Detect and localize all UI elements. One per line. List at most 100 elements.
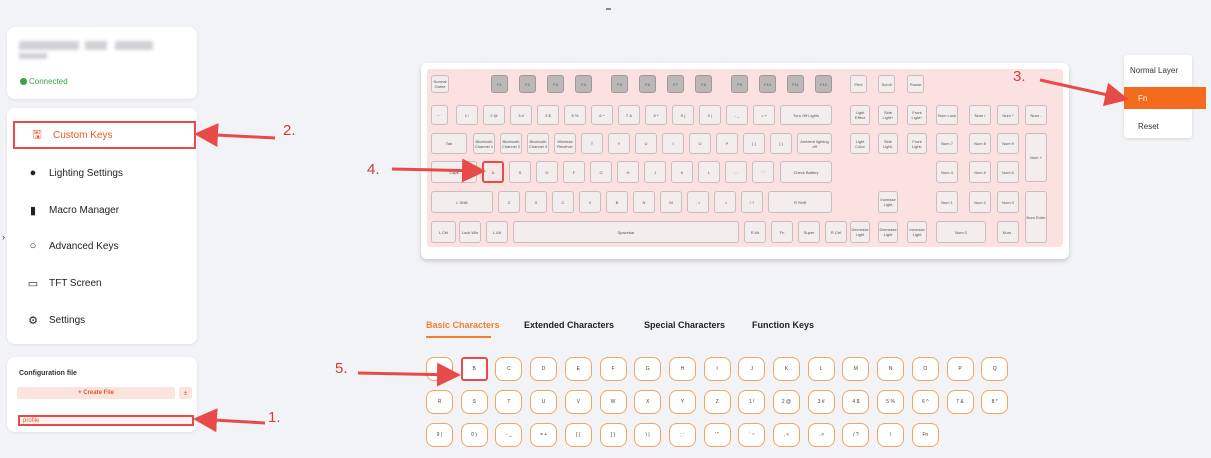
character-key[interactable]: R <box>426 390 453 414</box>
keyboard-key[interactable]: Z <box>498 191 520 213</box>
keyboard-key[interactable]: S <box>509 161 531 183</box>
keyboard-key[interactable]: Super <box>798 221 820 243</box>
keyboard-key[interactable]: Light Color <box>850 133 870 154</box>
tab-function-keys[interactable]: Function Keys <box>752 320 814 330</box>
keyboard-key[interactable]: Turn Off Lights <box>780 105 832 125</box>
character-key[interactable]: 6 ^ <box>911 390 939 414</box>
keyboard-key[interactable]: [ { <box>743 133 765 154</box>
character-key[interactable]: ` ~ <box>738 423 766 447</box>
keyboard-key[interactable]: Bluetooth Channel 3 <box>527 133 549 154</box>
character-key[interactable]: ; : <box>668 423 696 447</box>
sidebar-item-lighting-settings[interactable]: ● Lighting Settings <box>11 158 193 188</box>
keyboard-key[interactable]: F12 <box>815 75 832 93</box>
character-key[interactable]: 4 $ <box>842 390 870 414</box>
keyboard-key[interactable]: Print <box>850 75 867 93</box>
keyboard-key[interactable]: ; : <box>725 161 747 183</box>
keyboard-key[interactable]: Decrease Light <box>878 221 898 243</box>
character-key[interactable]: I <box>703 357 731 381</box>
keyboard-key[interactable]: B <box>606 191 628 213</box>
tab-basic-characters[interactable]: Basic Characters <box>426 320 500 330</box>
character-key[interactable]: 1 ! <box>738 390 766 414</box>
keyboard-key[interactable]: 3 # <box>510 105 532 125</box>
keyboard-key[interactable]: A <box>482 161 504 183</box>
character-key[interactable]: / ? <box>842 423 870 447</box>
keyboard-key[interactable]: 5 % <box>564 105 586 125</box>
keyboard-key[interactable]: Lock Win <box>459 221 481 243</box>
keyboard-key[interactable]: F3 <box>547 75 564 93</box>
keyboard-key[interactable]: K <box>671 161 693 183</box>
character-key[interactable]: Fn <box>911 423 939 447</box>
character-key[interactable]: 3 # <box>807 390 835 414</box>
sidebar-item-settings[interactable]: ⚙ Settings <box>11 305 193 335</box>
keyboard-key[interactable]: Num 6 <box>997 161 1019 183</box>
keyboard-key[interactable]: N <box>633 191 655 213</box>
keyboard-key[interactable]: F6 <box>639 75 656 93</box>
keyboard-key[interactable]: Tab <box>431 133 467 154</box>
layer-option-reset[interactable]: Reset <box>1124 115 1206 137</box>
keyboard-key[interactable]: Normal Game <box>431 75 449 93</box>
layer-option-fn[interactable]: Fn <box>1124 87 1206 109</box>
character-key[interactable]: O <box>911 357 939 381</box>
keyboard-key[interactable]: L Shift <box>431 191 493 213</box>
character-key[interactable]: Q <box>981 357 1009 381</box>
character-key[interactable]: S <box>460 390 488 414</box>
keyboard-key[interactable]: Wireless Receiver <box>554 133 576 154</box>
character-key[interactable]: 8 * <box>981 390 1009 414</box>
keyboard-key[interactable]: F11 <box>787 75 804 93</box>
import-file-button[interactable]: ± <box>179 387 192 399</box>
character-key[interactable]: Y <box>668 390 696 414</box>
character-key[interactable]: U <box>530 390 558 414</box>
keyboard-key[interactable]: P <box>716 133 738 154</box>
keyboard-key[interactable]: Num 3 <box>997 191 1019 213</box>
character-key[interactable]: \ <box>877 423 905 447</box>
keyboard-key[interactable]: Check Battery <box>780 161 832 183</box>
keyboard-key[interactable]: R Alt <box>744 221 766 243</box>
keyboard-key[interactable]: C <box>552 191 574 213</box>
keyboard-key[interactable]: J <box>644 161 666 183</box>
keyboard-key[interactable]: Side Light+ <box>878 105 898 125</box>
keyboard-key[interactable]: F1 <box>491 75 508 93</box>
keyboard-key[interactable]: F5 <box>611 75 628 93</box>
layer-option-normal-layer[interactable]: Normal Layer <box>1124 59 1198 81</box>
sidebar-item-macro-manager[interactable]: ▮ Macro Manager <box>11 195 193 225</box>
character-key[interactable]: [ { <box>564 423 592 447</box>
collapse-handle-icon[interactable]: › <box>2 232 5 242</box>
keyboard-key[interactable]: Num 5 <box>969 161 991 183</box>
keyboard-key[interactable]: D <box>536 161 558 183</box>
keyboard-key[interactable]: 9 ( <box>672 105 694 125</box>
character-key[interactable]: F <box>599 357 627 381</box>
keyboard-key[interactable]: F <box>563 161 585 183</box>
sidebar-item-advanced-keys[interactable]: ○ Advanced Keys <box>11 231 193 261</box>
character-key[interactable]: X <box>634 390 662 414</box>
keyboard-key[interactable]: Num 1 <box>936 191 958 213</box>
keyboard-key[interactable]: I <box>662 133 684 154</box>
keyboard-key[interactable]: Decrease Light <box>850 221 870 243</box>
keyboard-key[interactable]: Y <box>608 133 630 154</box>
character-key[interactable]: J <box>738 357 766 381</box>
keyboard-key[interactable]: Pause <box>907 75 924 93</box>
keyboard-key[interactable]: Side Light- <box>878 133 898 154</box>
character-key[interactable]: E <box>564 357 592 381</box>
keyboard-key[interactable]: X <box>525 191 547 213</box>
keyboard-key[interactable]: L Ctrl <box>431 221 456 243</box>
character-key[interactable]: ] } <box>599 423 627 447</box>
character-key[interactable]: H <box>668 357 696 381</box>
character-key[interactable]: A <box>426 357 453 381</box>
keyboard-key[interactable]: H <box>617 161 639 183</box>
keyboard-key[interactable]: M <box>660 191 682 213</box>
character-key[interactable]: V <box>564 390 592 414</box>
keyboard-key[interactable]: Num 4 <box>936 161 958 183</box>
keyboard-key[interactable]: ~ ` <box>431 105 448 125</box>
keyboard-key[interactable]: / ? <box>741 191 763 213</box>
keyboard-key[interactable]: U <box>635 133 657 154</box>
keyboard-key[interactable]: F9 <box>731 75 748 93</box>
keyboard-key[interactable]: Increase Light <box>907 221 927 243</box>
keyboard-key[interactable]: Front Light+ <box>907 105 927 125</box>
keyboard-key[interactable]: 0 ) <box>699 105 721 125</box>
keyboard-key[interactable]: F7 <box>667 75 684 93</box>
keyboard-key[interactable]: Num 8 <box>969 133 991 154</box>
keyboard-key[interactable]: Num - <box>1025 105 1047 125</box>
keyboard-key[interactable]: Num * <box>997 105 1019 125</box>
keyboard-key[interactable]: Caps <box>431 161 477 183</box>
keyboard-key[interactable]: L Alt <box>486 221 508 243</box>
